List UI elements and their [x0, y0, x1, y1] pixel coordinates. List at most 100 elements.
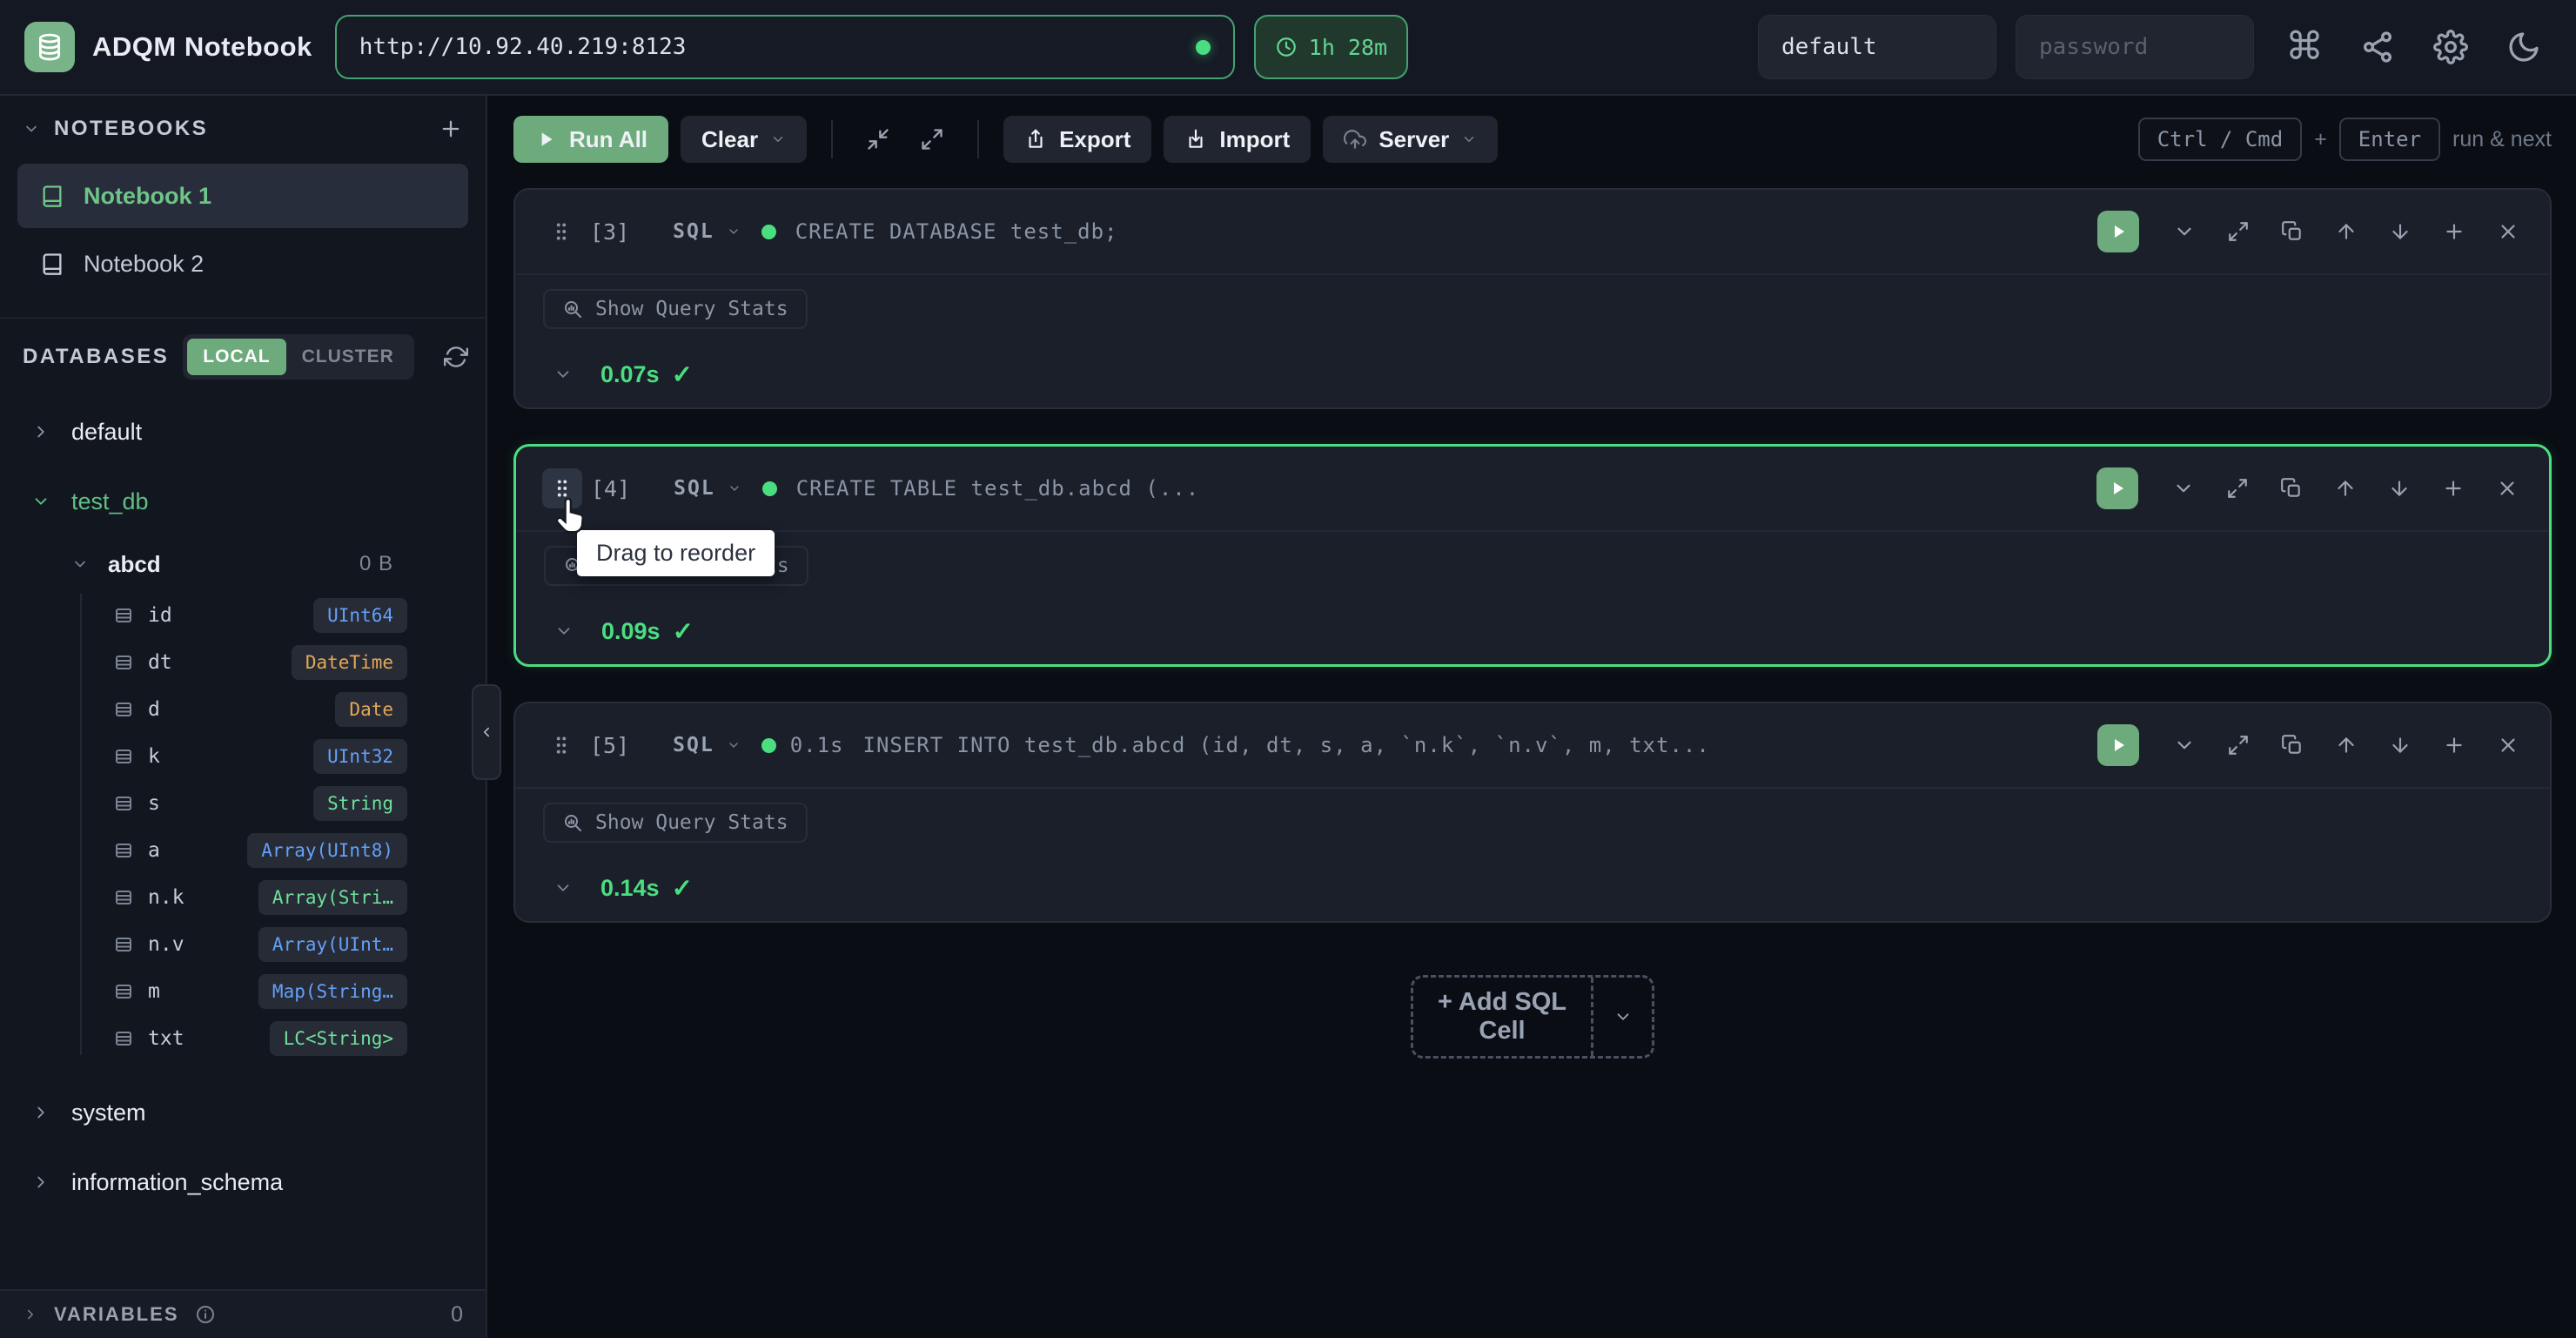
db-name: information_schema: [71, 1169, 283, 1196]
db-node-default[interactable]: default: [17, 397, 465, 467]
session-timer-value: 1h 28m: [1309, 35, 1387, 60]
cell-status-dot: [762, 481, 777, 496]
table-size: 0 B: [359, 552, 393, 576]
collapse-all-cells-button[interactable]: [857, 118, 899, 160]
run-all-button[interactable]: Run All: [513, 116, 668, 163]
collapse-cell-button[interactable]: [2163, 724, 2205, 766]
sidebar-item-notebook-2[interactable]: Notebook 2: [17, 232, 468, 296]
duplicate-cell-button[interactable]: [2271, 467, 2312, 509]
refresh-databases-button[interactable]: [444, 345, 468, 369]
column-row-k[interactable]: k UInt32: [17, 733, 465, 780]
db-node-test-db[interactable]: test_db: [17, 467, 465, 536]
column-row-txt[interactable]: txt LC<String>: [17, 1015, 465, 1062]
duplicate-cell-button[interactable]: [2271, 724, 2313, 766]
command-menu-button[interactable]: ⌘: [2284, 26, 2325, 68]
column-row-m[interactable]: m Map(String…: [17, 968, 465, 1015]
column-type-badge: LC<String>: [270, 1021, 407, 1056]
column-type-badge: DateTime: [292, 645, 407, 680]
show-query-stats-button[interactable]: Show Query Stats: [543, 289, 808, 329]
password-input[interactable]: [2016, 15, 2254, 79]
sidebar-item-notebook-1[interactable]: Notebook 1: [17, 164, 468, 228]
collapse-cell-button[interactable]: [2163, 467, 2204, 509]
move-cell-down-button[interactable]: [2379, 724, 2421, 766]
move-cell-up-button[interactable]: [2325, 724, 2367, 766]
database-logo-icon: [35, 32, 64, 62]
move-cell-up-button[interactable]: [2325, 211, 2367, 252]
query-stats-icon: [562, 299, 583, 319]
expand-cell-button[interactable]: [2217, 211, 2259, 252]
move-cell-up-button[interactable]: [2324, 467, 2366, 509]
cell-duration: 0.07s: [600, 361, 660, 388]
add-notebook-button[interactable]: [439, 117, 463, 141]
add-sql-cell-button[interactable]: + Add SQL Cell: [1411, 975, 1654, 1059]
run-cell-button[interactable]: [2097, 211, 2139, 252]
local-cluster-toggle: LOCAL CLUSTER: [183, 334, 414, 380]
local-toggle-button[interactable]: LOCAL: [187, 339, 285, 375]
move-cell-down-button[interactable]: [2378, 467, 2420, 509]
share-button[interactable]: [2357, 26, 2398, 68]
expand-cell-button[interactable]: [2217, 724, 2259, 766]
column-row-d[interactable]: d Date: [17, 686, 465, 733]
add-cell-type-dropdown[interactable]: [1591, 978, 1652, 1056]
collapse-cell-button[interactable]: [2163, 211, 2205, 252]
server-url-input[interactable]: [359, 34, 1182, 60]
arrow-down-icon: [2388, 477, 2411, 500]
cell-language-select[interactable]: SQL: [673, 734, 741, 756]
import-button[interactable]: Import: [1164, 116, 1311, 163]
clear-button[interactable]: Clear: [681, 116, 807, 163]
username-input[interactable]: [1758, 15, 1996, 79]
drag-handle[interactable]: [541, 725, 581, 765]
cell-index: [5]: [590, 733, 629, 758]
cell-result-row: 0.09s ✓: [544, 615, 2521, 647]
databases-title: DATABASES: [23, 345, 169, 369]
result-collapse-icon[interactable]: [553, 365, 573, 384]
duplicate-cell-button[interactable]: [2271, 211, 2313, 252]
move-cell-down-button[interactable]: [2379, 211, 2421, 252]
add-cell-below-button[interactable]: [2433, 724, 2475, 766]
show-query-stats-button[interactable]: Show Query Stats: [543, 803, 808, 843]
db-node-system[interactable]: system: [17, 1078, 465, 1147]
cell-code-preview[interactable]: CREATE DATABASE test_db;: [795, 219, 1118, 244]
theme-toggle-button[interactable]: [2503, 26, 2545, 68]
app-header: ADQM Notebook 1h 28m ⌘: [0, 0, 2576, 96]
run-cell-button[interactable]: [2096, 467, 2138, 509]
drag-handle[interactable]: [541, 212, 581, 252]
column-row-nk[interactable]: n.k Array(Stri…: [17, 874, 465, 921]
run-cell-button[interactable]: [2097, 724, 2139, 766]
import-icon: [1184, 128, 1207, 151]
expand-cell-button[interactable]: [2217, 467, 2258, 509]
table-node-abcd[interactable]: abcd 0 B: [17, 536, 465, 592]
mouse-cursor-hand: [547, 494, 593, 539]
add-cell-below-button[interactable]: [2433, 211, 2475, 252]
delete-cell-button[interactable]: [2487, 211, 2529, 252]
expand-all-cells-button[interactable]: [911, 118, 953, 160]
column-row-id[interactable]: id UInt64: [17, 592, 465, 639]
cell-language-select[interactable]: SQL: [674, 477, 741, 500]
result-collapse-icon[interactable]: [553, 878, 573, 898]
cell-code-preview[interactable]: INSERT INTO test_db.abcd (id, dt, s, a, …: [863, 733, 1710, 757]
chevron-down-icon: [31, 492, 50, 511]
cell-code-preview[interactable]: CREATE TABLE test_db.abcd (...: [796, 476, 1199, 501]
settings-button[interactable]: [2430, 26, 2472, 68]
column-row-a[interactable]: a Array(UInt8): [17, 827, 465, 874]
result-collapse-icon[interactable]: [554, 622, 574, 641]
delete-cell-button[interactable]: [2487, 724, 2529, 766]
cluster-toggle-button[interactable]: CLUSTER: [286, 339, 410, 375]
notebooks-section-header[interactable]: NOTEBOOKS: [0, 96, 486, 141]
server-button[interactable]: Server: [1323, 116, 1498, 163]
column-type-badge: Array(Stri…: [258, 880, 407, 915]
variables-section[interactable]: VARIABLES 0: [0, 1289, 486, 1338]
column-row-dt[interactable]: dt DateTime: [17, 639, 465, 686]
cell-language-select[interactable]: SQL: [673, 220, 741, 243]
arrow-down-icon: [2389, 734, 2412, 756]
chevron-down-icon: [1461, 131, 1477, 147]
db-node-information-schema[interactable]: information_schema: [17, 1147, 465, 1217]
column-row-s[interactable]: s String: [17, 780, 465, 827]
sidebar-collapse-handle[interactable]: [472, 684, 501, 780]
column-row-nv[interactable]: n.v Array(UInt…: [17, 921, 465, 968]
info-icon: [195, 1304, 216, 1325]
delete-cell-button[interactable]: [2486, 467, 2528, 509]
cell-header: [4] SQL CREATE TABLE test_db.abcd (...: [516, 447, 2549, 532]
add-cell-below-button[interactable]: [2432, 467, 2474, 509]
export-button[interactable]: Export: [1003, 116, 1151, 163]
